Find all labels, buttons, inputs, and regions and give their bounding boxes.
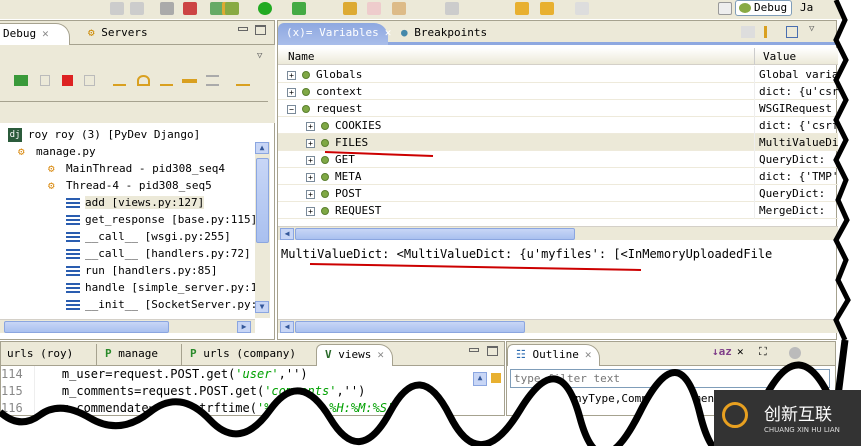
logo-icon: [722, 402, 748, 428]
torn-edge-overlay: [0, 0, 861, 446]
watermark-logo: 创新互联 CHUANG XIN HU LIAN: [714, 390, 861, 446]
